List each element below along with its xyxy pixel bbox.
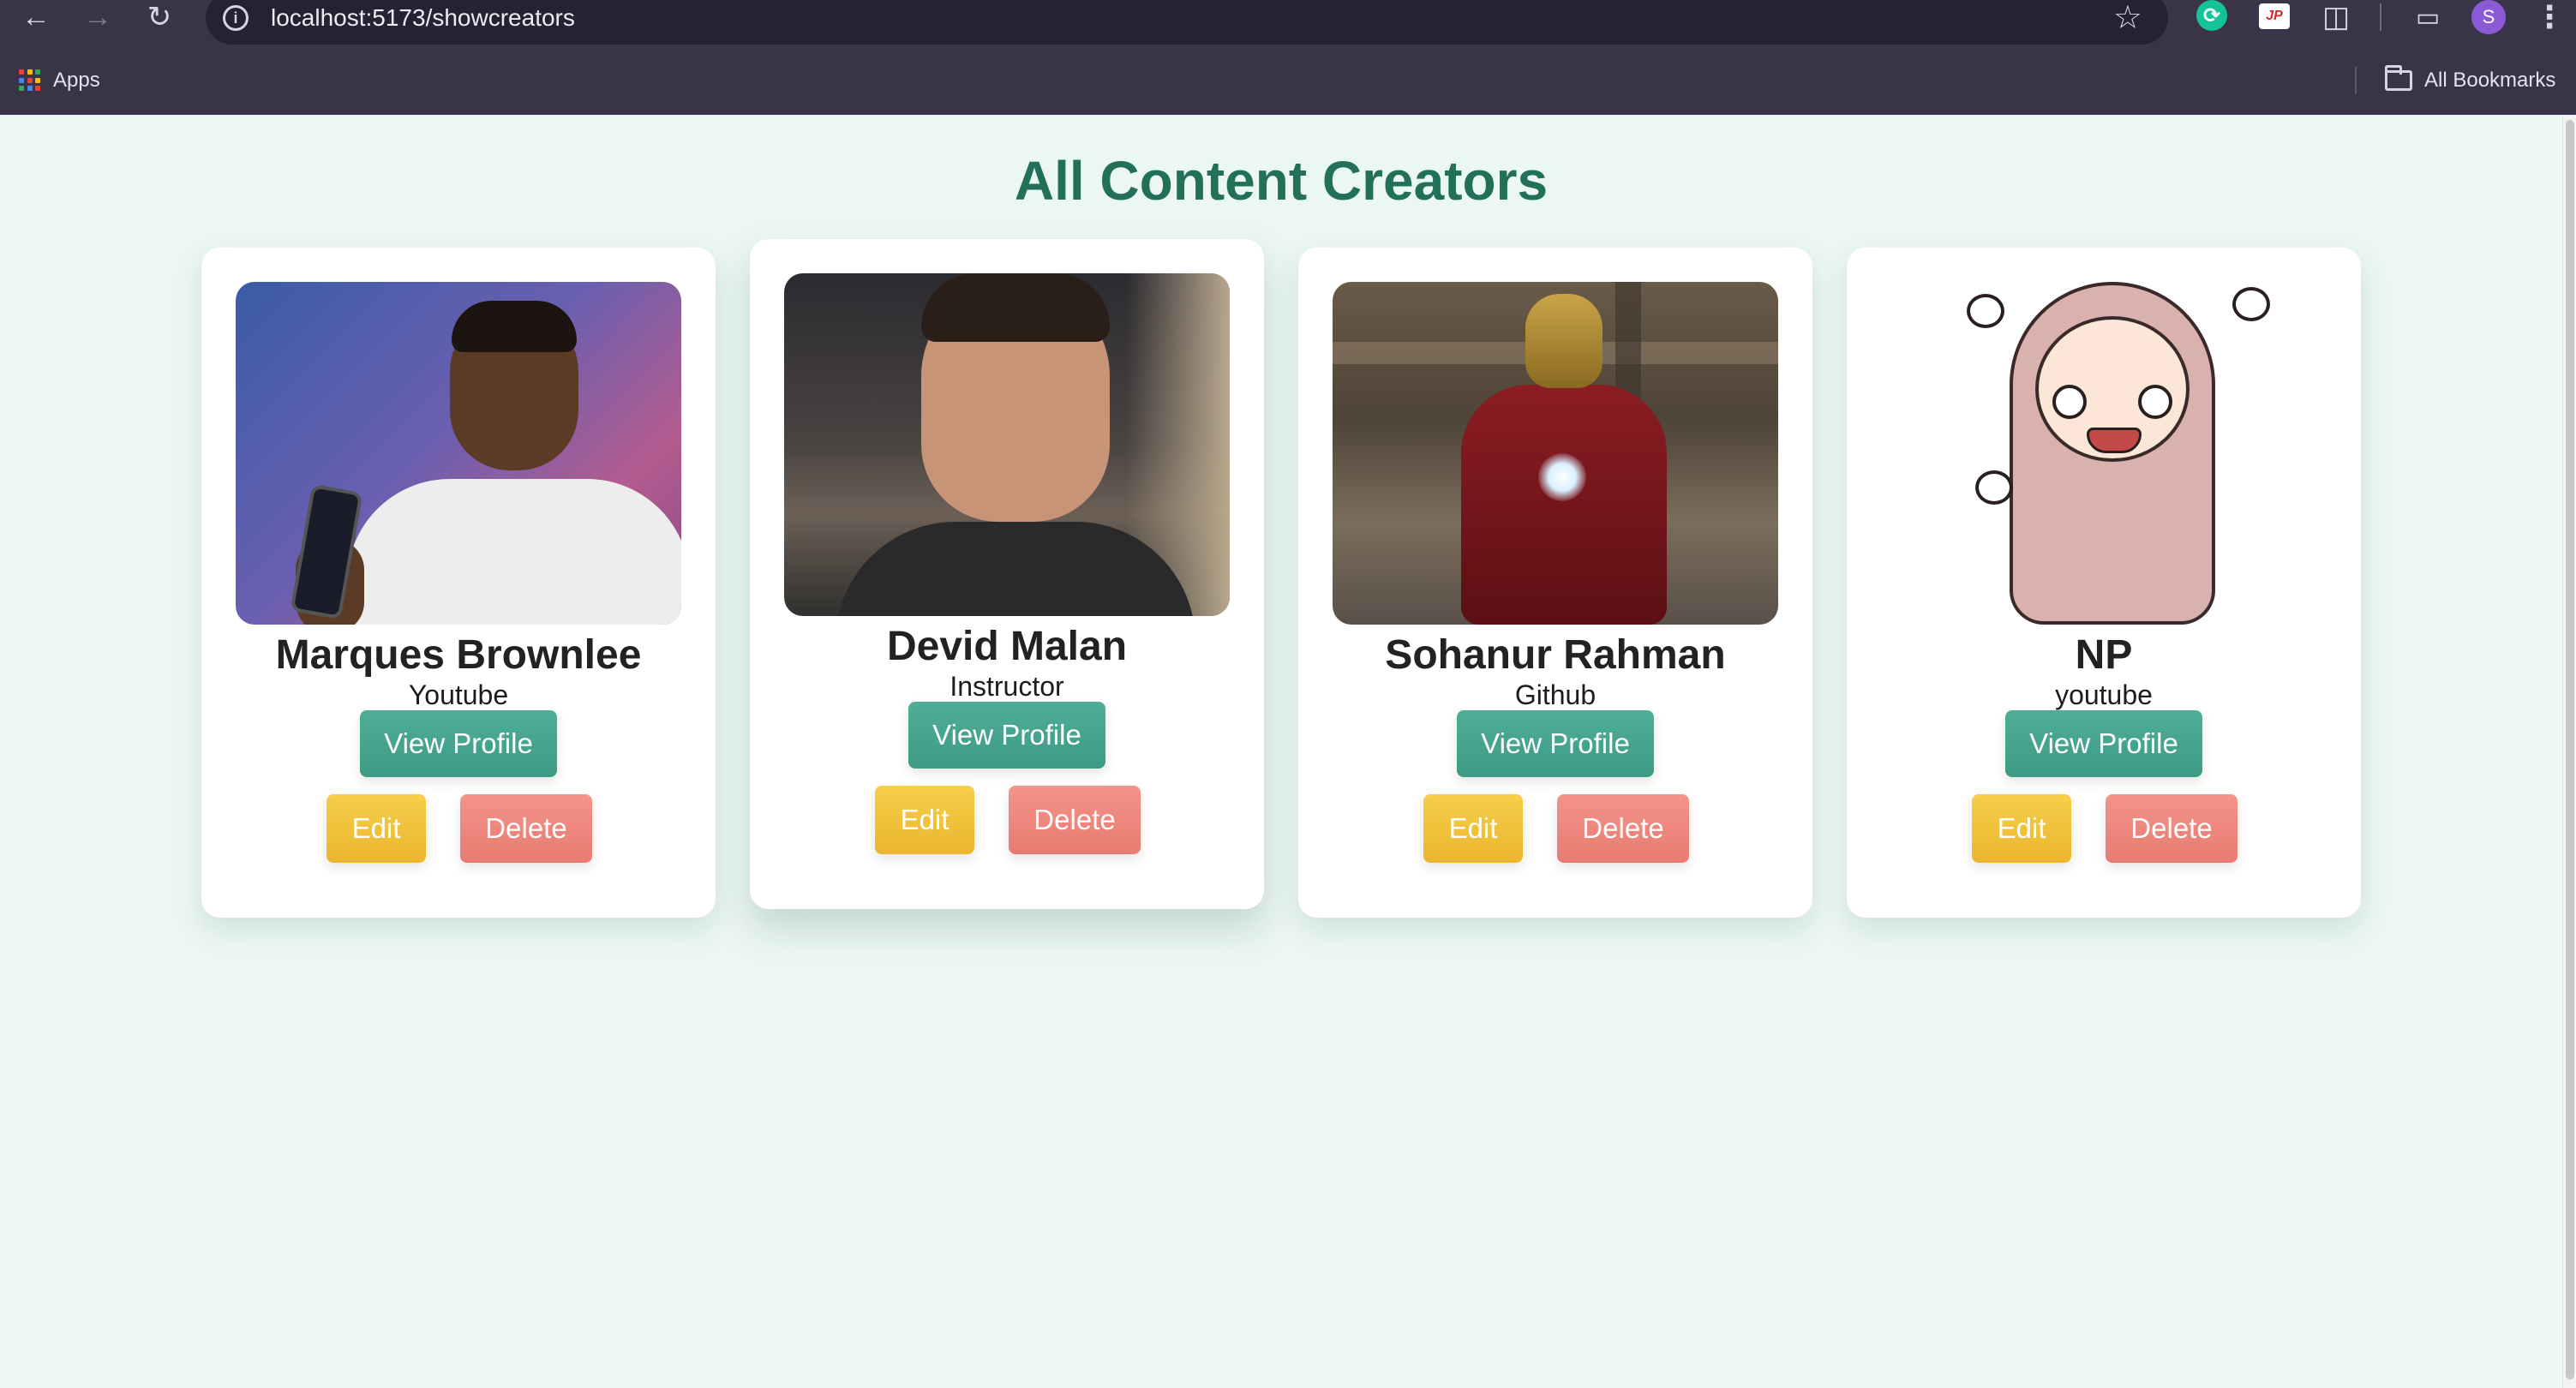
cast-icon[interactable]: ▭: [2408, 0, 2447, 34]
edit-button[interactable]: Edit: [875, 786, 974, 854]
creator-platform: Youtube: [408, 679, 509, 710]
page-content: All Content Creators Marques Brownlee Yo…: [0, 115, 2576, 1388]
creator-photo: [1881, 282, 2327, 625]
all-bookmarks-label: All Bookmarks: [2424, 69, 2556, 92]
delete-button[interactable]: Delete: [1009, 786, 1141, 854]
edit-button[interactable]: Edit: [1423, 794, 1523, 863]
creator-card: NP youtube View Profile Edit Delete: [1847, 248, 2361, 918]
back-icon[interactable]: ←: [12, 0, 60, 34]
creator-name: Sohanur Rahman: [1385, 632, 1726, 678]
scrollbar-thumb[interactable]: [2566, 120, 2574, 1379]
extension-icon[interactable]: JP: [2259, 3, 2290, 29]
creator-card: Devid Malan Instructor View Profile Edit…: [750, 239, 1264, 909]
bookmarks-divider: [2355, 67, 2357, 94]
creator-card: Sohanur Rahman Github View Profile Edit …: [1298, 248, 1812, 918]
site-info-icon[interactable]: i: [223, 5, 249, 31]
delete-button[interactable]: Delete: [2106, 794, 2238, 863]
creator-photo: [1333, 282, 1778, 625]
delete-button[interactable]: Delete: [1557, 794, 1689, 863]
creator-name: NP: [2075, 632, 2133, 678]
browser-menu-icon[interactable]: ⋮: [2534, 0, 2565, 34]
creator-name: Marques Brownlee: [275, 632, 642, 678]
creator-card: Marques Brownlee Youtube View Profile Ed…: [201, 248, 716, 918]
url-text: localhost:5173/showcreators: [271, 4, 575, 31]
page-scrollbar[interactable]: [2562, 115, 2576, 1388]
creator-platform: Instructor: [950, 671, 1064, 702]
page-title: All Content Creators: [1014, 150, 1549, 212]
view-profile-button[interactable]: View Profile: [2005, 710, 2202, 777]
address-bar[interactable]: i localhost:5173/showcreators ☆: [206, 0, 2168, 45]
extensions-puzzle-icon[interactable]: ◫: [2319, 0, 2353, 34]
apps-grid-icon: [19, 69, 41, 92]
browser-chrome: ← → ↻ i localhost:5173/showcreators ☆ ⟳ …: [0, 0, 2576, 115]
creator-photo: [236, 282, 681, 625]
apps-shortcut[interactable]: Apps: [19, 69, 100, 93]
bookmarks-bar: Apps All Bookmarks: [0, 60, 2576, 115]
view-profile-button[interactable]: View Profile: [360, 710, 557, 777]
edit-button[interactable]: Edit: [1972, 794, 2071, 863]
toolbar-divider: [2380, 3, 2381, 31]
profile-avatar[interactable]: S: [2471, 0, 2506, 34]
reload-icon[interactable]: ↻: [135, 0, 183, 34]
view-profile-button[interactable]: View Profile: [908, 702, 1105, 769]
creator-photo: [784, 273, 1230, 616]
creator-platform: youtube: [2055, 679, 2153, 710]
edit-button[interactable]: Edit: [326, 794, 426, 863]
creator-platform: Github: [1514, 679, 1597, 710]
forward-icon[interactable]: →: [74, 0, 122, 34]
creator-name: Devid Malan: [886, 624, 1128, 669]
bookmark-star-icon[interactable]: ☆: [2113, 0, 2142, 37]
view-profile-button[interactable]: View Profile: [1457, 710, 1654, 777]
delete-button[interactable]: Delete: [460, 794, 592, 863]
folder-icon: [2385, 65, 2412, 91]
all-bookmarks-button[interactable]: All Bookmarks: [2385, 65, 2556, 93]
apps-label: Apps: [53, 69, 100, 92]
grammarly-extension-icon[interactable]: ⟳: [2196, 0, 2227, 31]
